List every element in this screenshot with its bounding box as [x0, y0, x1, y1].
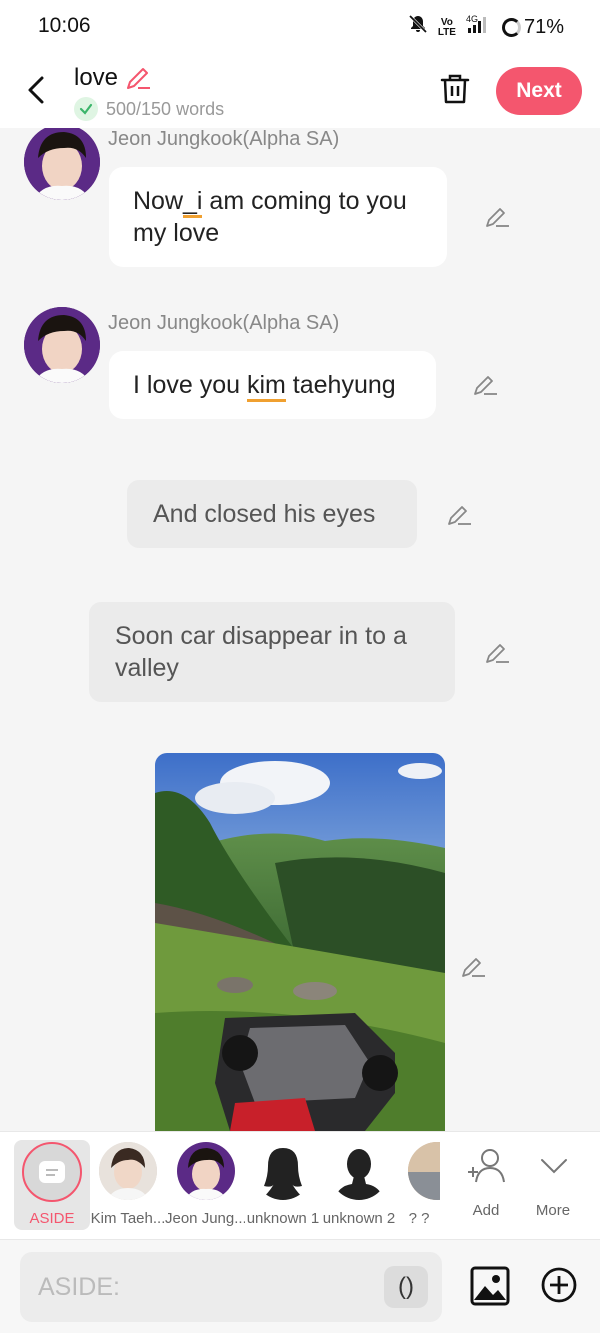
valley-car-image	[155, 753, 445, 1131]
image-icon	[470, 1266, 510, 1306]
title-edit-icon[interactable]	[124, 64, 152, 92]
word-count-row: 500/150 words	[74, 97, 224, 121]
character-label: ASIDE	[29, 1210, 75, 1227]
parenthesis-button[interactable]: ()	[384, 1266, 428, 1308]
word-count: 500/150 words	[106, 98, 225, 119]
character-label: Jeon Jung...	[165, 1210, 245, 1227]
avatar	[408, 1142, 440, 1200]
edit-icon[interactable]	[446, 502, 472, 528]
aside-bubble[interactable]: Soon car disappear in to a valley	[89, 602, 455, 702]
signal-icon: 4G	[466, 14, 492, 41]
aside-bubble[interactable]: And closed his eyes	[127, 480, 417, 548]
image-button[interactable]	[470, 1266, 510, 1306]
more-label: More	[535, 1202, 571, 1219]
character-label: unknown 2	[322, 1210, 396, 1227]
message-input-box: ()	[20, 1252, 442, 1322]
svg-text:4G: 4G	[466, 14, 478, 24]
aside-character-circle	[22, 1142, 82, 1202]
edit-icon[interactable]	[460, 954, 486, 980]
battery-indicator: 71%	[501, 16, 564, 39]
add-person-icon	[468, 1149, 505, 1183]
title-row: love	[74, 64, 152, 92]
avatar	[99, 1142, 157, 1200]
character-jeon-jungkook[interactable]: Jeon Jung...	[165, 1132, 245, 1232]
next-button[interactable]: Next	[496, 67, 582, 115]
more-button[interactable]: More	[520, 1132, 586, 1232]
character-kim-taehyung[interactable]: Kim Taeh...	[89, 1132, 167, 1232]
battery-percent: 71%	[523, 16, 564, 38]
photo-message[interactable]	[155, 753, 445, 1131]
avatar	[177, 1142, 235, 1200]
chevron-down-icon	[541, 1159, 567, 1174]
avatar[interactable]	[24, 307, 100, 383]
edit-icon[interactable]	[472, 372, 498, 398]
volte-icon: Vo LTE	[437, 16, 456, 38]
speaker-name: Jeon Jungkook(Alpha SA)	[108, 128, 340, 150]
battery-icon	[501, 18, 521, 37]
status-icons: Vo LTE 4G 71%	[408, 14, 564, 41]
character-label: unknown 1	[246, 1210, 320, 1227]
chevron-left-icon	[28, 76, 44, 104]
edit-icon[interactable]	[484, 204, 510, 230]
status-time: 10:06	[38, 14, 91, 37]
add-label: Add	[472, 1202, 500, 1219]
delete-button[interactable]	[438, 72, 472, 106]
character-label: ? ?	[408, 1210, 430, 1227]
character-unknown-3[interactable]: ? ?	[398, 1132, 440, 1232]
character-bar: ASIDE Kim Taeh... Jeon Jung... unknown 1…	[0, 1131, 600, 1239]
message-input[interactable]	[38, 1266, 378, 1308]
add-character-button[interactable]: Add	[452, 1132, 520, 1232]
status-bar: 10:06 Vo LTE 4G 71%	[0, 0, 600, 56]
character-unknown-2[interactable]: unknown 2	[320, 1132, 398, 1232]
story-title: love	[74, 64, 119, 91]
edit-icon[interactable]	[484, 640, 510, 666]
character-label: Kim Taeh...	[90, 1210, 166, 1227]
message-bubble[interactable]: I love you kim taehyung	[109, 351, 436, 419]
speaker-name: Jeon Jungkook(Alpha SA)	[108, 312, 340, 334]
plus-circle-icon	[541, 1267, 577, 1303]
avatar[interactable]	[24, 128, 100, 200]
check-icon	[74, 97, 98, 121]
bottom-input-bar: ()	[0, 1239, 600, 1333]
character-aside[interactable]: ASIDE	[14, 1140, 90, 1230]
silhouette-female-icon	[254, 1142, 312, 1200]
bell-off-icon	[408, 14, 428, 41]
chat-area[interactable]: Jeon Jungkook(Alpha SA) Now_i am coming …	[0, 128, 600, 1131]
back-button[interactable]	[22, 70, 52, 110]
header: love 500/150 words Next	[0, 56, 600, 128]
trash-icon	[440, 74, 470, 104]
silhouette-male-icon	[330, 1142, 388, 1200]
add-button[interactable]	[540, 1266, 578, 1304]
message-bubble[interactable]: Now_i am coming to you my love	[109, 167, 447, 267]
chat-bubble-icon	[39, 1161, 65, 1183]
character-unknown-1[interactable]: unknown 1	[244, 1132, 322, 1232]
